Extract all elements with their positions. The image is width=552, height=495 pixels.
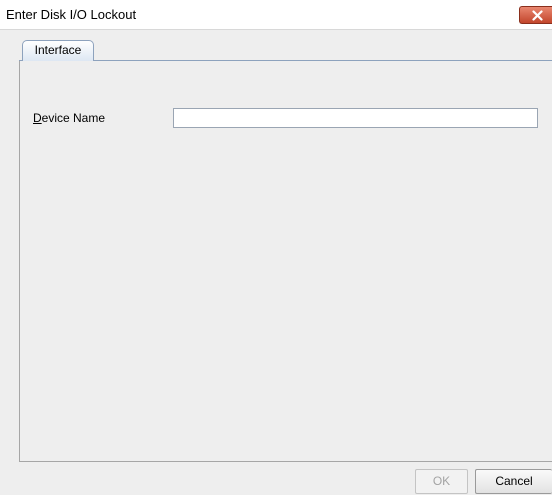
device-name-mnemonic: D (33, 111, 42, 125)
tab-interface-label: Interface (34, 43, 82, 57)
dialog-window: Enter Disk I/O Lockout Interface Device … (0, 0, 552, 495)
window-title: Enter Disk I/O Lockout (6, 7, 137, 22)
close-button[interactable] (519, 6, 552, 24)
device-name-label-text: evice Name (41, 111, 106, 125)
title-bar[interactable]: Enter Disk I/O Lockout (0, 0, 552, 30)
cancel-button[interactable]: Cancel (475, 469, 552, 494)
ok-button[interactable]: OK (415, 469, 468, 494)
close-icon (532, 10, 543, 21)
tab-interface[interactable]: Interface (22, 40, 94, 61)
device-name-label: Device Name (33, 111, 105, 125)
device-name-input[interactable] (173, 108, 538, 128)
